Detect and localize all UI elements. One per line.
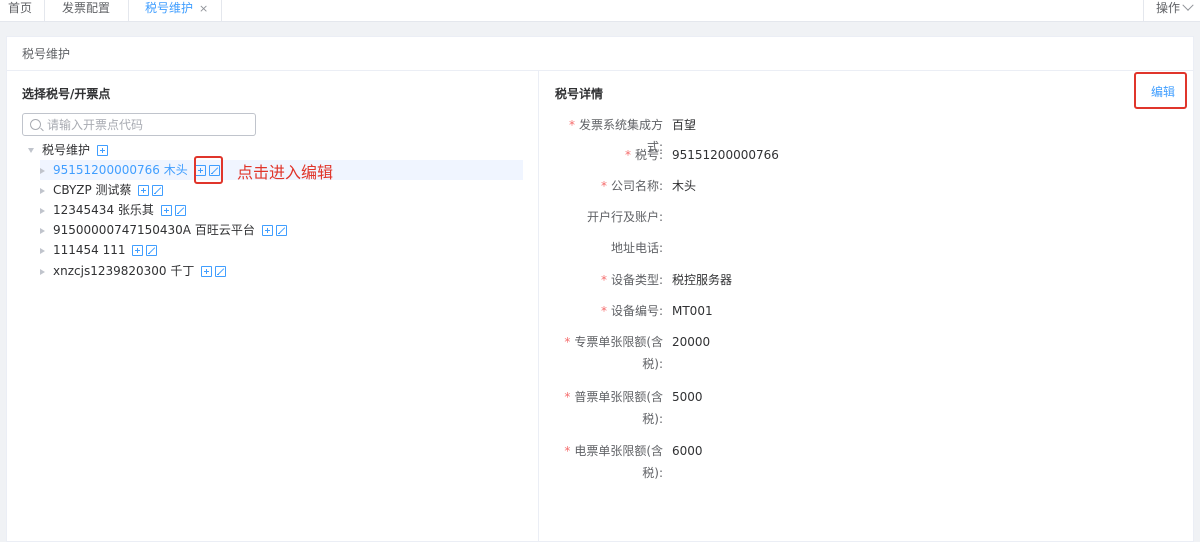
field-label: * 设备类型: — [600, 273, 663, 287]
tree-node-label: 12345434 张乐其 — [53, 203, 154, 217]
annotation-highlight-box — [194, 156, 223, 184]
tab-home[interactable]: 首页 — [0, 0, 45, 22]
tree-node[interactable]: 12345434 张乐其 — [40, 200, 186, 220]
field-value: 20000 — [672, 335, 711, 349]
edit-icon[interactable] — [215, 266, 227, 277]
caret-right-icon[interactable] — [40, 268, 45, 275]
caret-right-icon[interactable] — [40, 247, 45, 254]
field-label: * 设备编号: — [600, 304, 663, 318]
tab-tax-maintenance[interactable]: 税号维护 × — [129, 0, 222, 22]
add-icon[interactable] — [160, 205, 172, 216]
operations-label: 操作 — [1156, 1, 1181, 15]
tab-bar: 首页 发票配置 税号维护 × 操作 — [0, 0, 1200, 22]
tree-node-label: xnzcjs1239820300 千丁 — [53, 264, 195, 278]
search-input[interactable] — [47, 115, 247, 134]
edit-icon[interactable] — [146, 245, 158, 256]
search-box — [22, 113, 256, 136]
tab-invoice-config[interactable]: 发票配置 — [45, 0, 129, 22]
field-value: 木头 — [672, 179, 697, 193]
caret-right-icon[interactable] — [40, 227, 45, 234]
edit-icon[interactable] — [275, 225, 287, 236]
annotation-text: 点击进入编辑 — [237, 163, 334, 182]
operations-menu[interactable]: 操作 — [1143, 0, 1200, 22]
caret-down-icon[interactable] — [28, 148, 34, 153]
field-value: 95151200000766 — [672, 148, 779, 162]
close-icon[interactable]: × — [199, 2, 208, 15]
edit-icon[interactable] — [152, 185, 164, 196]
field-value: 税控服务器 — [672, 273, 733, 287]
tree-node[interactable]: 91500000747150430A 百旺云平台 — [40, 220, 287, 240]
edit-icon[interactable] — [174, 205, 186, 216]
add-icon[interactable] — [96, 145, 108, 156]
field-label: * 电票单张限额(含 税): — [564, 444, 663, 480]
edit-button[interactable]: 编辑 — [1151, 83, 1175, 100]
add-icon[interactable] — [132, 245, 144, 256]
field-label: 地址电话: — [610, 241, 663, 255]
tree-node[interactable]: 111454 111 — [40, 240, 158, 260]
tree-heading: 选择税号/开票点 — [22, 87, 111, 101]
tree-node[interactable]: CBYZP 测试蔡 — [40, 180, 164, 200]
caret-right-icon[interactable] — [40, 187, 45, 194]
add-icon[interactable] — [201, 266, 213, 277]
search-icon — [30, 119, 41, 130]
field-label: * 税号: — [624, 148, 663, 162]
field-label: * 普票单张限额(含 税): — [564, 390, 663, 426]
caret-right-icon[interactable] — [40, 167, 45, 174]
tree-node-label: 111454 111 — [53, 243, 126, 257]
field-label: * 专票单张限额(含 税): — [564, 335, 663, 371]
field-value: 百望 — [672, 118, 697, 132]
field-value: 5000 — [672, 390, 703, 404]
field-label: 开户行及账户: — [586, 210, 663, 224]
detail-heading: 税号详情 — [555, 87, 604, 101]
field-label: * 公司名称: — [600, 179, 663, 193]
tree-node-label: 91500000747150430A 百旺云平台 — [53, 223, 255, 237]
chevron-down-icon — [1182, 0, 1194, 11]
field-value: 6000 — [672, 444, 703, 458]
tree-root[interactable]: 税号维护 — [28, 140, 108, 160]
add-icon[interactable] — [138, 185, 150, 196]
page-title: 税号维护 — [7, 37, 1193, 71]
field-value: MT001 — [672, 304, 713, 318]
tree-node-label: CBYZP 测试蔡 — [53, 183, 132, 197]
tree-root-label: 税号维护 — [42, 143, 91, 157]
add-icon[interactable] — [261, 225, 273, 236]
caret-right-icon[interactable] — [40, 207, 45, 214]
tab-tax-maintenance-label: 税号维护 — [145, 1, 194, 15]
tree-node[interactable]: xnzcjs1239820300 千丁 — [40, 261, 227, 281]
tree-node-label: 95151200000766 木头 — [53, 163, 188, 177]
